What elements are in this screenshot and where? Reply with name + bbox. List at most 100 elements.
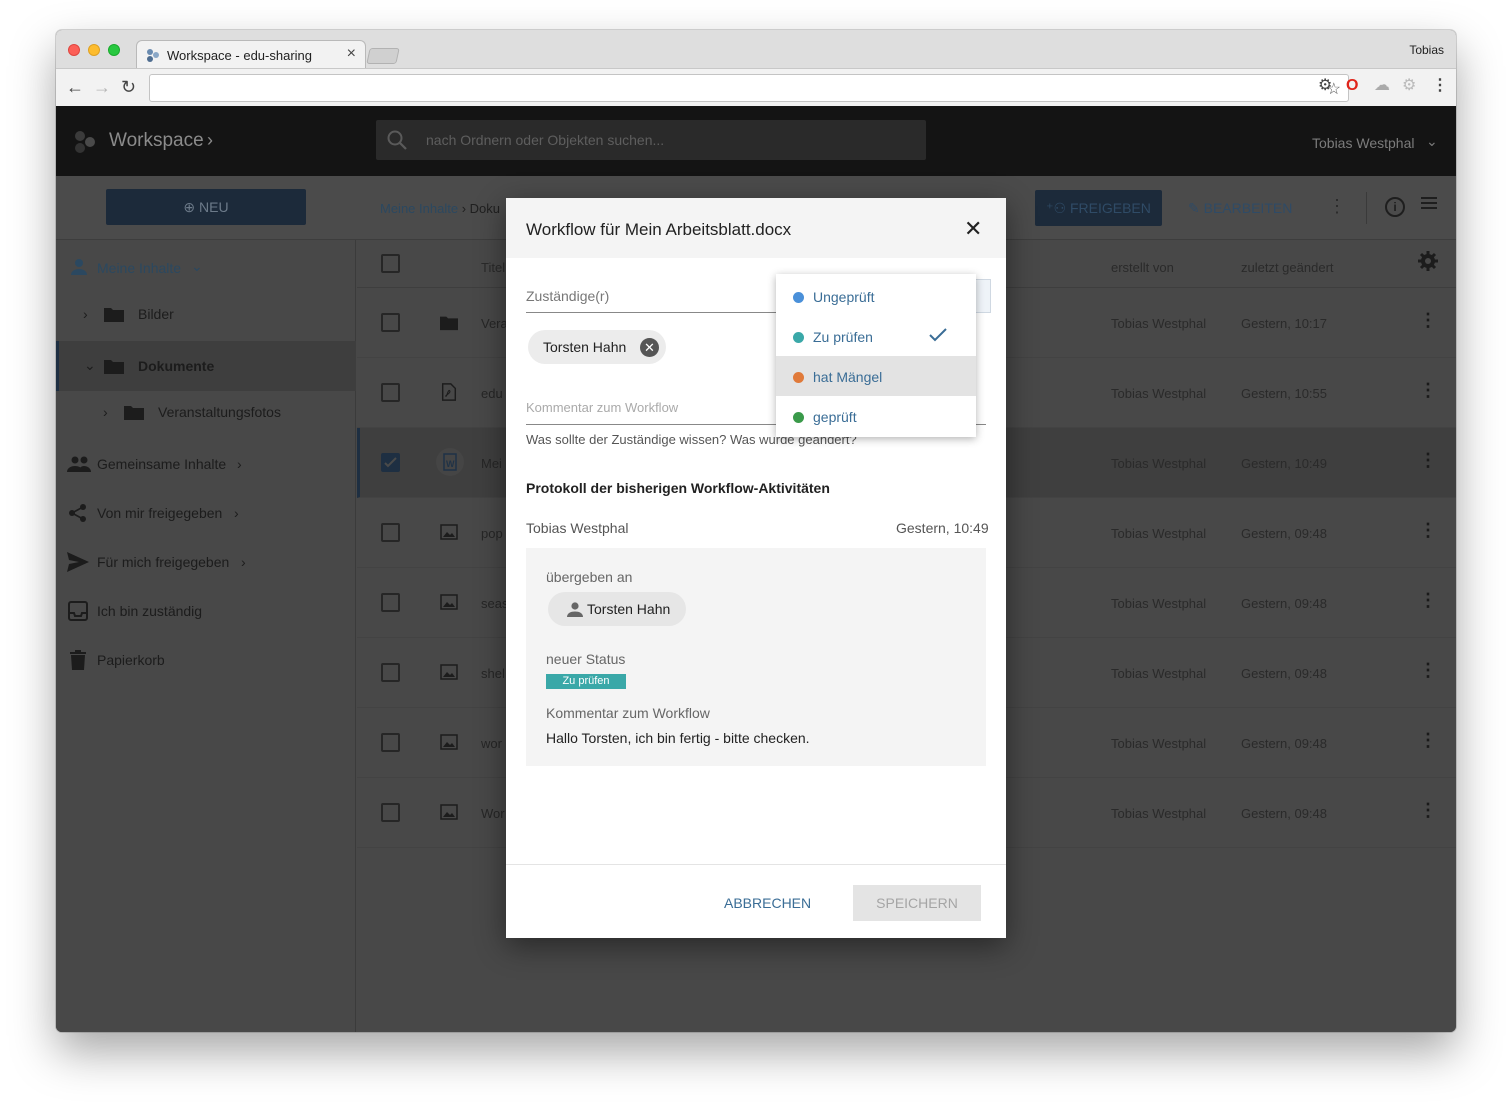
list-view-icon[interactable]	[1421, 197, 1437, 213]
edu-sharing-logo-icon	[75, 131, 95, 153]
sidebar-item-label: Ich bin zuständig	[97, 603, 203, 619]
row-menu-icon[interactable]: ⋮	[1419, 450, 1437, 471]
status-option-geprueft[interactable]: geprüft	[776, 396, 976, 436]
row-menu-icon[interactable]: ⋮	[1419, 520, 1437, 541]
sidebar-item-meine-inhalte[interactable]: Meine Inhalte ⌄	[56, 248, 356, 288]
file-modified: Gestern, 10:17	[1241, 316, 1327, 331]
status-option-zu-pruefen[interactable]: Zu prüfen	[776, 316, 976, 356]
sidebar-item-veranstaltungsfotos[interactable]: › Veranstaltungsfotos	[56, 392, 356, 432]
row-checkbox[interactable]	[381, 663, 400, 682]
send-icon	[67, 552, 89, 572]
settings-extension-icon[interactable]: ⚙	[1402, 77, 1416, 95]
maximize-window-button[interactable]	[108, 44, 120, 56]
file-created-by: Tobias Westphal	[1111, 386, 1207, 401]
address-bar[interactable]: ☆	[149, 74, 1349, 102]
chevron-right-icon: ›	[241, 554, 246, 570]
file-name: shel	[481, 666, 505, 681]
search-field[interactable]: nach Ordnern oder Objekten suchen...	[376, 120, 926, 160]
browser-tab[interactable]: Workspace - edu-sharing ×	[136, 40, 366, 69]
row-checkbox[interactable]	[381, 523, 400, 542]
close-window-button[interactable]	[68, 44, 80, 56]
folder-icon	[440, 316, 458, 331]
row-menu-icon[interactable]: ⋮	[1419, 800, 1437, 821]
sidebar-item-fuer-mich-freigegeben[interactable]: Für mich freigegeben ›	[56, 542, 356, 582]
group-icon	[67, 456, 91, 472]
search-placeholder: nach Ordnern oder Objekten suchen...	[426, 132, 665, 148]
svg-text:W: W	[446, 459, 455, 469]
assignee-field-label: Zuständige(r)	[526, 288, 610, 304]
sidebar-item-bilder[interactable]: › Bilder	[56, 294, 356, 334]
edit-button[interactable]: ✎ BEARBEITEN	[1188, 200, 1292, 217]
row-menu-icon[interactable]: ⋮	[1419, 380, 1437, 401]
new-status-label: neuer Status	[546, 651, 626, 667]
comment-input[interactable]: Kommentar zum Workflow	[526, 400, 678, 415]
page-title[interactable]: Workspace	[109, 130, 204, 152]
forward-arrow-icon[interactable]: →	[93, 78, 111, 96]
column-header-modified[interactable]: zuletzt geändert	[1241, 260, 1334, 275]
row-checkbox[interactable]	[381, 313, 400, 332]
file-name: Mei	[481, 456, 502, 471]
row-menu-icon[interactable]: ⋮	[1419, 730, 1437, 751]
sidebar-item-dokumente[interactable]: ⌄ Dokumente	[56, 341, 356, 391]
tab-title: Workspace - edu-sharing	[167, 48, 312, 63]
share-button[interactable]: ⁺⚇ FREIGEBEN	[1035, 190, 1162, 226]
reload-icon[interactable]: ↻	[121, 78, 136, 96]
row-checkbox[interactable]	[381, 733, 400, 752]
file-created-by: Tobias Westphal	[1111, 736, 1207, 751]
file-name: edu	[481, 386, 503, 401]
back-arrow-icon[interactable]: ←	[66, 78, 84, 96]
status-option-hat-maengel[interactable]: hat Mängel	[776, 356, 976, 396]
row-checkbox-checked[interactable]	[381, 453, 400, 472]
cloud-extension-icon[interactable]: ☁	[1374, 77, 1390, 95]
close-icon[interactable]: ✕	[964, 216, 982, 242]
browser-profile-name[interactable]: Tobias	[1409, 43, 1444, 57]
column-header-title[interactable]: Titel	[481, 260, 505, 275]
breadcrumb-item-meine-inhalte[interactable]: Meine Inhalte	[380, 201, 458, 216]
minimize-window-button[interactable]	[88, 44, 100, 56]
remove-chip-icon[interactable]: ✕	[640, 338, 659, 357]
sidebar-item-gemeinsame-inhalte[interactable]: Gemeinsame Inhalte ›	[56, 444, 356, 484]
row-checkbox[interactable]	[381, 803, 400, 822]
select-all-checkbox[interactable]	[381, 254, 400, 273]
chevron-down-icon[interactable]: ⌄	[1426, 133, 1438, 150]
user-menu-name[interactable]: Tobias Westphal	[1312, 135, 1414, 151]
gear-icon[interactable]	[1417, 250, 1439, 272]
opera-extension-icon[interactable]: O	[1346, 77, 1358, 95]
tab-close-icon[interactable]: ×	[347, 45, 356, 63]
file-modified: Gestern, 10:49	[1241, 456, 1327, 471]
column-header-created-by[interactable]: erstellt von	[1111, 260, 1174, 275]
image-file-icon	[440, 734, 458, 750]
more-options-icon[interactable]: ⋮	[1328, 196, 1346, 217]
browser-chrome: Workspace - edu-sharing × Tobias ← → ↻ ☆…	[56, 30, 1456, 106]
handed-to-chip: Torsten Hahn	[548, 592, 686, 626]
row-checkbox[interactable]	[381, 383, 400, 402]
file-created-by: Tobias Westphal	[1111, 806, 1207, 821]
status-option-ungeprueft[interactable]: Ungeprüft	[776, 276, 976, 316]
row-menu-icon[interactable]: ⋮	[1419, 660, 1437, 681]
search-icon	[387, 130, 407, 150]
dialog-header: Workflow für Mein Arbeitsblatt.docx ✕	[506, 198, 1006, 258]
save-button[interactable]: SPEICHERN	[853, 885, 981, 921]
cancel-button[interactable]: ABBRECHEN	[724, 895, 811, 911]
new-button[interactable]: ⊕ NEU	[106, 189, 306, 225]
browser-menu-icon[interactable]: ⋮	[1432, 77, 1448, 95]
sidebar-item-ich-bin-zustaendig[interactable]: Ich bin zuständig	[56, 591, 356, 631]
dialog-footer-divider	[506, 864, 1006, 865]
breadcrumb-item-dokumente[interactable]: Doku	[470, 201, 500, 216]
status-dropdown-trigger[interactable]	[974, 279, 991, 313]
info-icon[interactable]: i	[1385, 197, 1405, 217]
file-name: Wor	[481, 806, 505, 821]
sidebar-item-papierkorb[interactable]: Papierkorb	[56, 640, 356, 680]
row-menu-icon[interactable]: ⋮	[1419, 590, 1437, 611]
row-menu-icon[interactable]: ⋮	[1419, 310, 1437, 331]
status-option-label: Zu prüfen	[813, 329, 873, 345]
protocol-user: Tobias Westphal	[526, 520, 629, 536]
file-name: seas	[481, 596, 509, 611]
trash-icon	[70, 650, 86, 670]
sidebar-item-von-mir-freigegeben[interactable]: Von mir freigegeben ›	[56, 493, 356, 533]
extension-gear-icon[interactable]: ⚙	[1318, 77, 1332, 95]
edit-button-label: BEARBEITEN	[1203, 200, 1293, 216]
new-tab-button[interactable]	[366, 48, 400, 64]
row-checkbox[interactable]	[381, 593, 400, 612]
file-created-by: Tobias Westphal	[1111, 316, 1207, 331]
